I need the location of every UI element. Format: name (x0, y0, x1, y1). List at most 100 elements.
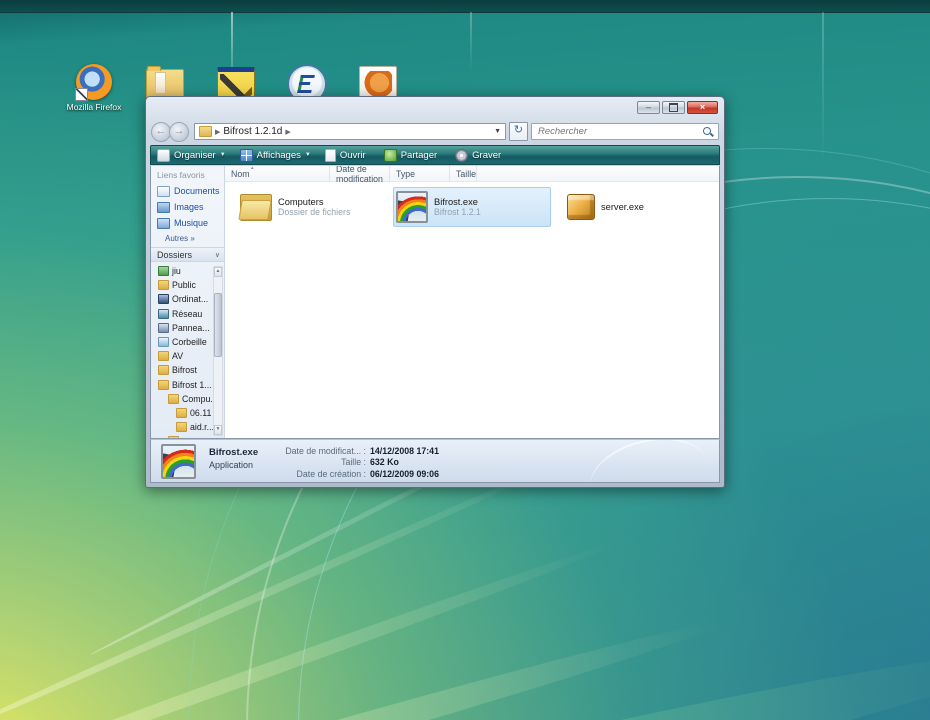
column-header-label: Type (396, 168, 416, 179)
file-meta: Dossier de fichiers (278, 207, 351, 217)
chevron-down-icon: ▼ (304, 152, 311, 158)
folders-band-label: Dossiers (157, 249, 193, 260)
tree-item-icon (158, 308, 169, 319)
toolbar-button-label: Ouvrir (339, 149, 366, 161)
forward-button[interactable]: → (169, 121, 189, 142)
scroll-down-icon[interactable]: ▼ (214, 425, 222, 435)
file-tile[interactable]: server.exe (565, 187, 644, 227)
address-bar[interactable]: ▶ Bifrost 1.2.1d ▶ ▼ (194, 123, 506, 140)
tree-item-label: Public (172, 280, 196, 291)
file-icon (240, 193, 272, 221)
search-icon[interactable] (702, 126, 714, 138)
toolbar-button-icon (455, 148, 469, 162)
toolbar-button[interactable]: Organiser ▼ (157, 148, 226, 162)
file-list-area: Nom ▴ Date de modification Type Taille C… (225, 166, 719, 438)
favorite-link-icon (157, 185, 170, 197)
tree-item-icon (176, 422, 187, 433)
favorite-link[interactable]: Musique (151, 215, 224, 231)
maximize-icon (669, 103, 678, 112)
tree-scrollbar[interactable]: ▲ ▼ (213, 266, 223, 436)
navigation-pane: Liens favoris Documents Images Musique A… (151, 166, 225, 438)
tree-item-icon (168, 393, 179, 404)
property-value: 06/12/2009 09:06 (370, 468, 439, 479)
column-header-label: Taille (456, 168, 477, 179)
tree-item-label: aid.r... (190, 422, 214, 433)
forward-icon: → (173, 124, 185, 137)
column-header[interactable]: Taille (450, 166, 478, 181)
tree-item-icon (158, 266, 169, 277)
back-button[interactable]: ← (151, 121, 171, 142)
maximize-button[interactable] (662, 101, 685, 114)
file-tiles: Computers Dossier de fichiers Bifrost.ex… (225, 182, 719, 227)
toolbar-button-label: Partager (400, 149, 438, 161)
file-name: Bifrost.exe (434, 197, 478, 207)
chevron-icon: ∨ (214, 251, 220, 259)
tree-item-label: jiu (172, 266, 181, 277)
toolbar-button[interactable]: Graver (455, 148, 505, 162)
file-name: server.exe (601, 202, 644, 212)
selected-file-icon (161, 444, 196, 479)
property-value: 632 Ko (370, 457, 399, 468)
column-header[interactable]: Type (390, 166, 450, 181)
close-button[interactable]: × (687, 101, 718, 114)
favorite-links-title: Liens favoris (157, 170, 205, 180)
toolbar-button-icon (157, 148, 170, 162)
toolbar-button-label: Organiser (174, 149, 216, 161)
toolbar-button-icon (239, 148, 253, 162)
scrollbar-thumb[interactable] (214, 293, 222, 357)
tree-item-icon (158, 294, 169, 305)
minimize-icon: – (645, 102, 651, 112)
favorite-link-label: Documents (174, 186, 220, 196)
desktop-icon-label: Mozilla Firefox (66, 102, 122, 112)
wallpaper-top-band (0, 0, 930, 13)
file-properties: Date de modificat... : 14/12/2008 17:41 … (271, 445, 439, 480)
refresh-button[interactable]: ↻ (509, 122, 528, 141)
address-dropdown-icon[interactable]: ▼ (494, 128, 501, 135)
tree-item-label: Bifrost (172, 365, 197, 376)
search-box[interactable] (531, 123, 719, 140)
folder-icon (199, 126, 212, 137)
property-row: Date de modificat... : 14/12/2008 17:41 (271, 445, 439, 457)
breadcrumb-separator: ▶ (215, 128, 221, 136)
tree-item-icon (176, 407, 187, 418)
search-input[interactable] (536, 125, 702, 138)
tree-item-label: AV (172, 351, 184, 362)
file-tile[interactable]: Bifrost.exe Bifrost 1.2.1 (393, 187, 551, 227)
file-name: Computers (278, 197, 324, 207)
breadcrumb-separator[interactable]: ▶ (285, 128, 290, 136)
file-icon (567, 194, 595, 220)
toolbar-button[interactable]: Ouvrir (324, 148, 370, 162)
column-header-label: Date de modification (336, 166, 383, 184)
file-tile[interactable]: Computers Dossier de fichiers (237, 187, 387, 227)
column-header[interactable]: Nom ▴ (225, 166, 330, 181)
favorite-link[interactable]: Documents (151, 183, 224, 199)
toolbar-button[interactable]: Partager (383, 148, 441, 162)
window-controls: – × (637, 101, 718, 114)
selected-file-name: Bifrost.exe (209, 447, 259, 458)
property-label: Taille : (341, 457, 366, 468)
more-links[interactable]: Autres » (151, 231, 224, 247)
tree-item-label: Corbeille (172, 337, 207, 348)
desktop-icon[interactable]: Mozilla Firefox (67, 64, 121, 112)
toolbar-button[interactable]: Affichages ▼ (239, 148, 311, 162)
window-content: Liens favoris Documents Images Musique A… (150, 166, 720, 439)
tree-item-icon (158, 365, 169, 376)
file-meta: Bifrost 1.2.1 (434, 207, 481, 217)
desktop-icon-image[interactable] (75, 64, 112, 101)
tree-item-icon (168, 436, 179, 438)
title-bar[interactable]: – × (146, 97, 724, 120)
favorite-link-label: Musique (174, 218, 209, 228)
column-header[interactable]: Date de modification (330, 166, 390, 184)
breadcrumb-path-item[interactable]: Bifrost 1.2.1d (223, 126, 282, 137)
sort-indicator-icon: ▴ (251, 166, 254, 171)
tree-item-icon (158, 379, 169, 390)
tree-item-label: Ordinat... (172, 294, 209, 305)
favorite-link-label: Images (174, 202, 204, 212)
details-pane: Bifrost.exe Application Date de modifica… (150, 439, 720, 483)
explorer-window: – × ← → ▶ Bifrost 1.2.1d ▶ ▼ ↻ Recherche… (145, 96, 725, 488)
property-row: Date de création : 06/12/2009 09:06 (271, 468, 439, 480)
scroll-up-icon[interactable]: ▲ (214, 267, 222, 277)
favorite-link[interactable]: Images (151, 199, 224, 215)
folders-band[interactable]: Dossiers ∨ (151, 247, 224, 262)
minimize-button[interactable]: – (637, 101, 660, 114)
